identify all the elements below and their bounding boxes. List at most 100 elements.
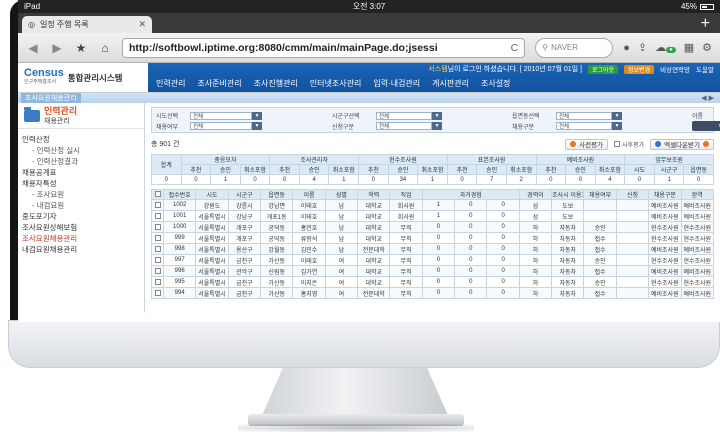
sidebar-item[interactable]: 조사요원상해보험 <box>22 222 144 233</box>
filter-hired-select[interactable]: 전체 <box>190 122 252 130</box>
select-all-header[interactable] <box>151 189 164 200</box>
filter-sigungu-select[interactable]: 전체 <box>376 111 432 120</box>
sidebar-item[interactable]: - 인력산정결과 <box>22 156 144 167</box>
column-header[interactable]: 과거경험 <box>421 189 520 200</box>
menu-survey-settings[interactable]: 조사설정 <box>481 78 510 89</box>
checkbox-icon[interactable] <box>154 234 161 241</box>
sidebar-item[interactable]: - 인력산정 실시 <box>22 145 144 156</box>
sidebar-item[interactable]: 인력산정 <box>22 134 144 145</box>
excel-download-button[interactable]: 엑셀다운받기 <box>650 138 714 150</box>
menu-staff[interactable]: 인력관리 <box>156 78 185 89</box>
menu-progress[interactable]: 조사진행관리 <box>254 78 298 89</box>
row-checkbox-cell[interactable] <box>151 287 164 299</box>
sidebar-item[interactable]: 내검요원채용관리 <box>22 244 144 255</box>
chevron-down-icon[interactable]: ▼ <box>612 122 622 130</box>
sidebar-item[interactable]: 채용자특성 <box>22 178 144 189</box>
sidebar-item[interactable]: 중도포기자 <box>22 211 144 222</box>
search-button[interactable]: ⚲ 검색 <box>692 121 720 131</box>
column-header[interactable]: 읍면동 <box>260 189 294 200</box>
table-row[interactable]: 1001 서울특별시 강남구 개포1동 이태호 남 대학교 회사원 1 0 0 삼 도보 예비조사원 예비조… <box>151 210 714 222</box>
column-header[interactable]: 시도 <box>195 189 229 200</box>
row-checkbox-cell[interactable] <box>151 232 164 244</box>
logout-button[interactable]: 로그아웃 <box>587 64 619 74</box>
chevron-down-icon[interactable]: ▼ <box>432 111 442 120</box>
filter-apply-type-select[interactable]: 전체 <box>376 122 432 130</box>
column-header[interactable]: 접수번호 <box>162 189 197 200</box>
table-row[interactable]: 994 서울특별시 금천구 가산동 홍지영 여 전문대학 무직 0 0 0 하 자동차 접수 예비조사원 예비… <box>151 287 714 299</box>
new-tab-button[interactable]: + <box>701 15 720 33</box>
checkbox-icon[interactable] <box>154 267 161 274</box>
tab-pager[interactable]: ◀ ▶ <box>701 94 720 102</box>
home-icon[interactable]: ⌂ <box>98 41 112 55</box>
share-icon[interactable]: ⇪ <box>638 41 647 54</box>
current-page-tab[interactable]: 조사요원채용관리 <box>21 93 81 103</box>
checkbox-icon[interactable] <box>154 245 161 252</box>
help-link[interactable]: 도움말 <box>696 64 714 74</box>
row-checkbox-cell[interactable] <box>151 265 164 277</box>
table-row[interactable]: 998 서울특별시 용산구 강월동 김민수 남 전문대학 무직 0 0 0 하 자동차 접수 예비조사원 예비… <box>151 243 714 255</box>
settings-gear-icon[interactable]: ⚙ <box>702 41 712 54</box>
extension-icon[interactable]: ☁ ● <box>655 41 676 54</box>
filter-eupmyeondong-select[interactable]: 전체 <box>556 111 612 120</box>
table-row[interactable]: 999 서울특별시 개포구 공덕동 류랑석 남 대학교 무직 0 0 0 하 자동차 접수 현수조사원 현수조… <box>151 232 714 244</box>
table-row[interactable]: 1000 서울특별시 개포구 공덕동 홍민호 남 대학교 무직 0 0 0 하 자동차 승인 현수조사원 현수… <box>151 221 714 233</box>
column-header[interactable]: 채용구분 <box>648 189 682 200</box>
sidebar-item[interactable]: 조사요원채용관리 <box>22 233 144 244</box>
column-header[interactable]: 완역 <box>680 189 714 200</box>
checkbox-icon[interactable] <box>154 256 161 263</box>
checkbox-icon[interactable] <box>154 191 161 198</box>
grid-icon[interactable]: ▦ <box>684 41 694 54</box>
checkbox-icon[interactable] <box>154 289 161 296</box>
filter-hire-type-select[interactable]: 전체 <box>556 122 612 130</box>
column-header[interactable]: 성별 <box>324 189 359 200</box>
column-header[interactable]: 채용여부 <box>583 189 617 200</box>
row-checkbox-cell[interactable] <box>151 276 164 288</box>
row-checkbox-cell[interactable] <box>151 243 164 255</box>
close-tab-icon[interactable]: ✕ <box>138 19 146 30</box>
browser-tab[interactable]: ◎ 일정 주행 목록 ✕ <box>22 16 152 33</box>
chevron-down-icon[interactable]: ▼ <box>612 111 622 120</box>
filter-sido-select[interactable]: 전체 <box>190 111 252 120</box>
checkbox-icon[interactable] <box>154 212 161 219</box>
column-header[interactable]: 학력 <box>357 189 391 200</box>
row-checkbox-cell[interactable] <box>151 199 164 211</box>
reload-icon[interactable]: C <box>511 42 519 54</box>
menu-input-check[interactable]: 입력·내검관리 <box>373 78 420 89</box>
row-checkbox-cell[interactable] <box>151 210 164 222</box>
menu-internet-survey[interactable]: 인터넷조사관리 <box>310 78 362 89</box>
row-checkbox-cell[interactable] <box>151 221 164 233</box>
sidebar-item[interactable]: - 내검요원 <box>22 200 144 211</box>
table-row[interactable]: 996 서울특별시 관악구 신림동 김가연 여 대학교 무직 0 0 0 하 자동차 접수 예비조사원 예비조… <box>151 265 714 277</box>
pre-evaluation-button[interactable]: 사전평가 <box>565 138 609 150</box>
edit-info-button[interactable]: 정보변경 <box>624 64 655 74</box>
post-evaluation-checkbox[interactable]: 사후평가 <box>614 140 644 149</box>
checkbox-icon[interactable] <box>154 201 161 208</box>
column-header[interactable]: 시군구 <box>227 189 262 200</box>
table-row[interactable]: 1002 강원도 강릉시 강남면 이태호 남 대학교 회사원 1 0 0 삼 도보 예비조사원 예비조사원 <box>151 199 714 211</box>
column-header[interactable]: 조사시 이용교통수단 <box>551 189 585 200</box>
table-row[interactable]: 995 서울특별시 금천구 가산동 이지은 여 대학교 무직 0 0 0 하 자동차 승인 현수조사원 현수조… <box>151 276 714 288</box>
sidebar-item[interactable]: - 조사요원 <box>22 189 144 200</box>
row-checkbox-cell[interactable] <box>151 254 164 266</box>
logo-area[interactable]: Census 인구주택총조사 통합관리시스템 <box>18 63 148 92</box>
microphone-icon[interactable]: ● <box>623 42 630 54</box>
bookmark-star-icon[interactable]: ★ <box>74 41 88 55</box>
column-header[interactable]: 신청 <box>615 189 650 200</box>
menu-board[interactable]: 게시판관리 <box>432 78 469 89</box>
chevron-down-icon[interactable]: ▼ <box>432 122 442 130</box>
checkbox-icon[interactable] <box>154 223 161 230</box>
sidebar-item[interactable]: 채용공계표 <box>22 167 144 178</box>
chevron-down-icon[interactable]: ▼ <box>252 122 262 130</box>
column-header[interactable]: 경력이 <box>518 189 553 200</box>
menu-prep[interactable]: 조사준비관리 <box>197 78 241 89</box>
table-row[interactable]: 997 서울특별시 금천구 가산동 이태호 여 대학교 무직 0 0 0 하 자동차 승인 현수조사원 현수조… <box>151 254 714 266</box>
emergency-contacts-link[interactable]: 비상연락망 <box>660 64 690 74</box>
forward-icon[interactable]: ▶ <box>50 41 64 55</box>
search-input[interactable]: ⚲ NAVER <box>535 37 614 58</box>
column-header[interactable]: 이름 <box>292 189 326 200</box>
checkbox-icon[interactable] <box>154 278 161 285</box>
back-icon[interactable]: ◀ <box>26 41 40 55</box>
column-header[interactable]: 직업 <box>389 189 423 200</box>
chevron-down-icon[interactable]: ▼ <box>252 111 262 120</box>
address-bar[interactable]: http://softbowl.iptime.org:8080/cmm/main… <box>122 37 526 58</box>
